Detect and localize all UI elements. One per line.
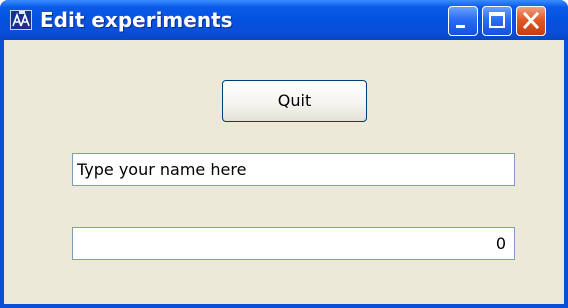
title-bar[interactable]: Edit experiments [0, 0, 568, 40]
close-button[interactable] [516, 6, 546, 36]
minimize-button[interactable] [448, 6, 478, 36]
minimize-icon [456, 25, 465, 28]
quit-button[interactable]: Quit [222, 80, 367, 122]
window-title: Edit experiments [40, 8, 233, 32]
app-icon[interactable] [10, 10, 32, 30]
maximize-button[interactable] [482, 6, 512, 36]
app-window: Edit experiments Quit 0 [0, 0, 568, 308]
name-input[interactable] [72, 153, 515, 186]
window-client-area: Quit 0 [4, 40, 564, 304]
close-icon [522, 11, 540, 30]
maximize-icon [489, 12, 505, 28]
counter-field[interactable]: 0 [72, 227, 515, 260]
